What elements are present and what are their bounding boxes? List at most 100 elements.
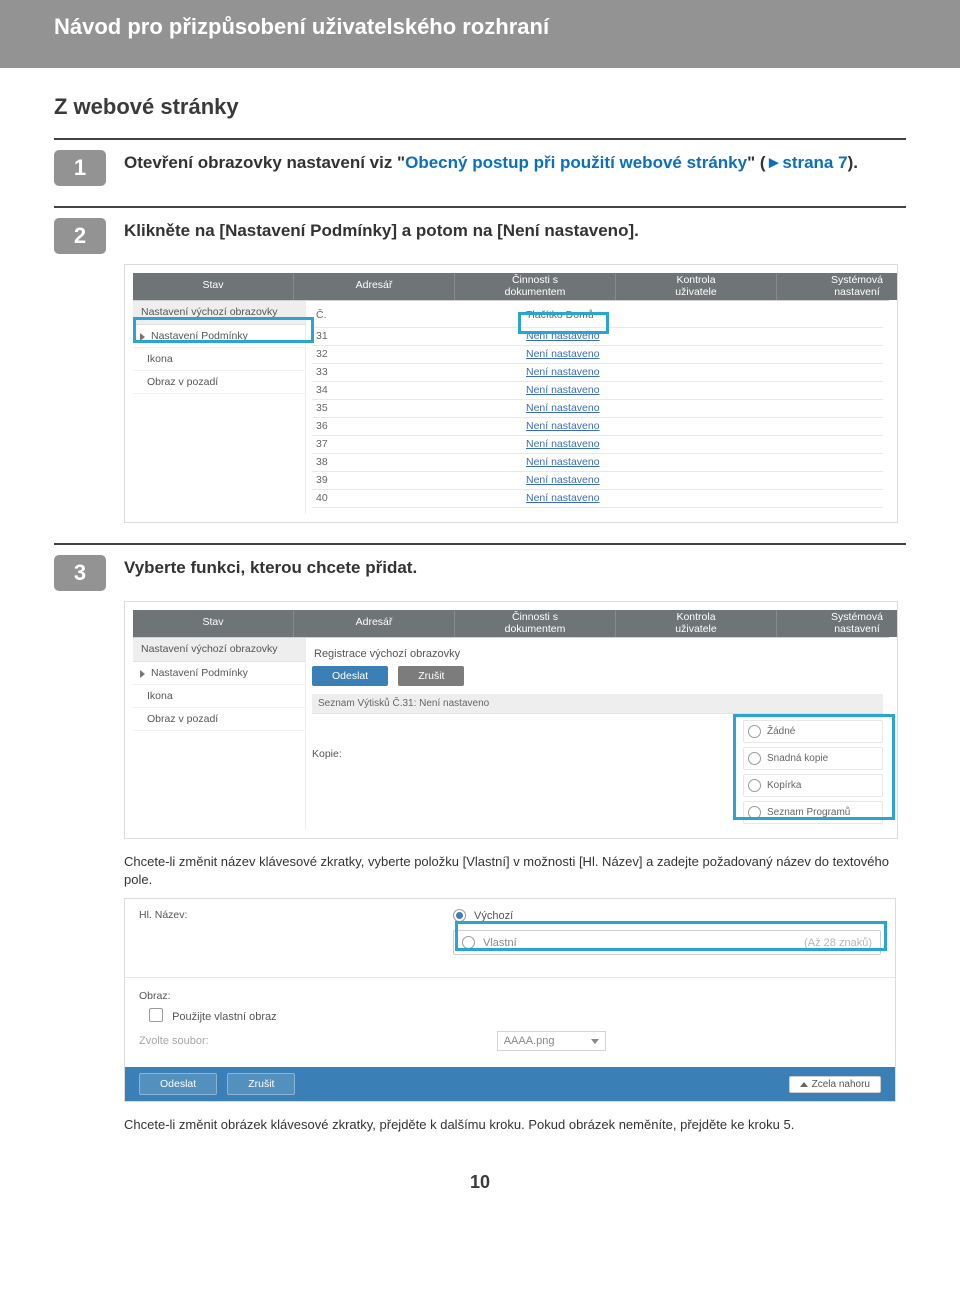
sidebar-item-podminky[interactable]: Nastavení Podmínky bbox=[133, 662, 305, 685]
cell-num: 40 bbox=[312, 492, 356, 504]
checkbox-use-custom-label: Použijte vlastní obraz bbox=[172, 1011, 277, 1023]
step1-link-2[interactable]: strana 7 bbox=[782, 153, 847, 172]
label-obraz: Obraz: bbox=[139, 990, 881, 1002]
sidebar-head: Nastavení výchozí obrazovky bbox=[133, 301, 305, 325]
radio-icon bbox=[748, 806, 761, 819]
screenshot2-tabs: Stav Adresář Činnosti s dokumentem Kontr… bbox=[133, 610, 889, 638]
step-1: 1 Otevření obrazovky nastavení viz "Obec… bbox=[54, 138, 906, 198]
sidebar-item-obraz[interactable]: Obraz v pozadí bbox=[133, 708, 305, 731]
tab-kontrola[interactable]: Kontrola uživatele bbox=[616, 273, 777, 300]
table-row: 31 Není nastaveno bbox=[312, 328, 883, 346]
step-3: 3 Vyberte funkci, kterou chcete přidat. … bbox=[54, 543, 906, 1146]
screenshot1-sidebar: Nastavení výchozí obrazovky Nastavení Po… bbox=[133, 301, 306, 514]
cell-num: 34 bbox=[312, 384, 356, 396]
step-number-3: 3 bbox=[54, 555, 106, 591]
table-row: 40 Není nastaveno bbox=[312, 490, 883, 508]
opt-kopirka[interactable]: Kopírka bbox=[743, 774, 883, 797]
btn-top-label: Zcela nahoru bbox=[812, 1079, 870, 1090]
label-hl-nazev: Hl. Název: bbox=[139, 909, 443, 921]
divider bbox=[125, 977, 895, 978]
cell-link-neni-nastaveno[interactable]: Není nastaveno bbox=[526, 474, 600, 486]
sidebar-head: Nastavení výchozí obrazovky bbox=[133, 638, 305, 662]
row-label-kopie: Kopie: bbox=[312, 748, 723, 760]
screenshot2-sidebar: Nastavení výchozí obrazovky Nastavení Po… bbox=[133, 638, 306, 830]
table-row: 36Není nastaveno bbox=[312, 418, 883, 436]
radio-icon bbox=[748, 725, 761, 738]
tab-system[interactable]: Systémová nastavení bbox=[777, 273, 898, 300]
tab-kontrola[interactable]: Kontrola uživatele bbox=[616, 610, 777, 637]
tab-system-l2: nastavení bbox=[834, 286, 880, 298]
radio-icon bbox=[453, 909, 466, 922]
paragraph-1: Chcete-li změnit název klávesové zkratky… bbox=[124, 853, 896, 888]
tab-stav[interactable]: Stav bbox=[133, 610, 294, 637]
cell-num: 32 bbox=[312, 348, 356, 360]
opt-zadne[interactable]: Žádné bbox=[743, 720, 883, 743]
cell-num: 38 bbox=[312, 456, 356, 468]
sidebar-item-podminky[interactable]: Nastavení Podmínky bbox=[133, 325, 305, 348]
opt-snadna-kopie[interactable]: Snadná kopie bbox=[743, 747, 883, 770]
cell-link-neni-nastaveno[interactable]: Není nastaveno bbox=[526, 402, 600, 414]
btn-odeslat-bottom[interactable]: Odeslat bbox=[139, 1073, 217, 1095]
cell-link-neni-nastaveno[interactable]: Není nastaveno bbox=[526, 456, 600, 468]
cell-link-neni-nastaveno[interactable]: Není nastaveno bbox=[526, 330, 600, 342]
step1-link-1[interactable]: Obecný postup při použití webové stránky bbox=[405, 153, 747, 172]
radio-icon bbox=[462, 936, 475, 949]
cell-link-neni-nastaveno[interactable]: Není nastaveno bbox=[526, 366, 600, 378]
tab-cinnosti-l1: Činnosti s bbox=[512, 611, 558, 623]
tab-adresar[interactable]: Adresář bbox=[294, 273, 455, 300]
opt-seznam-programu[interactable]: Seznam Programů bbox=[743, 801, 883, 824]
cell-link-neni-nastaveno[interactable]: Není nastaveno bbox=[526, 438, 600, 450]
btn-zcela-nahoru[interactable]: Zcela nahoru bbox=[789, 1076, 881, 1093]
step-3-text: Vyberte funkci, kterou chcete přidat. bbox=[124, 555, 417, 580]
sub-header: Seznam Výtisků Č.31: Není nastaveno bbox=[312, 694, 883, 714]
header-title: Návod pro přizpůsobení uživatelského roz… bbox=[54, 14, 549, 39]
cell-num: 39 bbox=[312, 474, 356, 486]
section-title: Z webové stránky bbox=[54, 94, 906, 120]
sidebar-item-ikona[interactable]: Ikona bbox=[133, 348, 305, 371]
btn-zrusit[interactable]: Zrušit bbox=[398, 666, 464, 686]
tab-adresar[interactable]: Adresář bbox=[294, 610, 455, 637]
btn-odeslat[interactable]: Odeslat bbox=[312, 666, 388, 686]
sidebar-item-obraz[interactable]: Obraz v pozadí bbox=[133, 371, 305, 394]
checkbox-use-custom[interactable]: Použijte vlastní obraz bbox=[149, 1008, 881, 1023]
table-row: 32 Není nastaveno bbox=[312, 346, 883, 364]
sidebar-item-ikona[interactable]: Ikona bbox=[133, 685, 305, 708]
btn-zrusit-bottom[interactable]: Zrušit bbox=[227, 1073, 295, 1095]
table-row: 39 Není nastaveno bbox=[312, 472, 883, 490]
table-row: 33 Není nastaveno bbox=[312, 364, 883, 382]
file-selector[interactable]: AAAA.png bbox=[497, 1031, 606, 1051]
radio-vychozi[interactable]: Výchozí bbox=[453, 909, 881, 922]
radio-vlastni-row[interactable]: Vlastní (Až 28 znaků) bbox=[453, 930, 881, 955]
tab-system-l1: Systémová bbox=[831, 274, 883, 286]
screenshot-3: Hl. Název: Výchozí Vlastní (Až 28 znaků)… bbox=[124, 898, 896, 1102]
radio-vlastni-label: Vlastní bbox=[483, 937, 517, 949]
cell-link-neni-nastaveno[interactable]: Není nastaveno bbox=[526, 384, 600, 396]
cell-num: 31 bbox=[312, 330, 356, 342]
table-row: 38 Není nastaveno bbox=[312, 454, 883, 472]
step-1-text: Otevření obrazovky nastavení viz "Obecný… bbox=[124, 150, 858, 175]
cell-link-neni-nastaveno[interactable]: Není nastaveno bbox=[526, 420, 600, 432]
step1-mid: " ( bbox=[747, 153, 765, 172]
cell-num: 37 bbox=[312, 438, 356, 450]
cell-link-neni-nastaveno[interactable]: Není nastaveno bbox=[526, 492, 600, 504]
step1-pre: Otevření obrazovky nastavení viz " bbox=[124, 153, 405, 172]
page-header: Návod pro přizpůsobení uživatelského roz… bbox=[0, 0, 960, 68]
bottom-bar: Odeslat Zrušit Zcela nahoru bbox=[125, 1067, 895, 1101]
table-row: 37 Není nastaveno bbox=[312, 436, 883, 454]
cell-link-neni-nastaveno[interactable]: Není nastaveno bbox=[526, 348, 600, 360]
step-2: 2 Klikněte na [Nastavení Podmínky] a pot… bbox=[54, 206, 906, 535]
tab-cinnosti[interactable]: Činnosti s dokumentem bbox=[455, 610, 616, 637]
tab-stav[interactable]: Stav bbox=[133, 273, 294, 300]
file-name: AAAA.png bbox=[504, 1035, 555, 1047]
cell-num: 35 bbox=[312, 402, 356, 414]
step-number-2: 2 bbox=[54, 218, 106, 254]
tab-system[interactable]: Systémová nastavení bbox=[777, 610, 898, 637]
tab-cinnosti[interactable]: Činnosti s dokumentem bbox=[455, 273, 616, 300]
radio-icon bbox=[748, 752, 761, 765]
panel-title: Registrace výchozí obrazovky bbox=[312, 644, 883, 666]
step1-post: ). bbox=[848, 153, 858, 172]
tab-kontrola-l2: uživatele bbox=[675, 286, 716, 298]
cell-num: 33 bbox=[312, 366, 356, 378]
table-header: Č. Tlačítko Domů bbox=[312, 307, 883, 328]
tab-cinnosti-l1: Činnosti s bbox=[512, 274, 558, 286]
